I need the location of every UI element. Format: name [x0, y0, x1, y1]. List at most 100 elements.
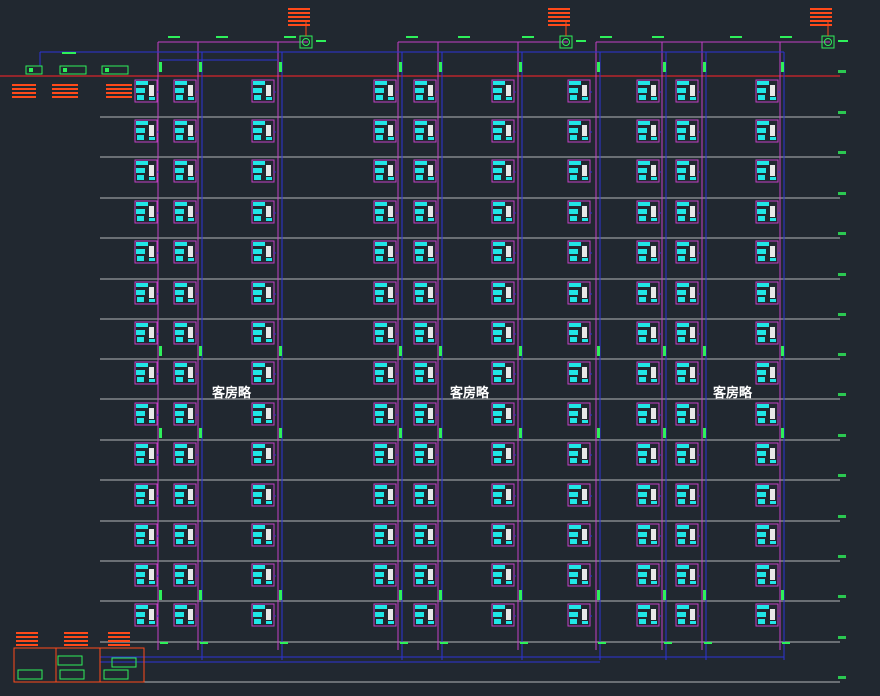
plant-unit — [59, 669, 85, 680]
fcu-coil — [136, 451, 145, 456]
fcu-coil — [638, 363, 650, 367]
fcu-coil — [493, 81, 505, 85]
fcu-tag — [149, 218, 155, 221]
fcu-valve — [149, 489, 154, 500]
fcu-coil — [175, 323, 187, 327]
fcu-coil — [136, 363, 148, 367]
fcu-tag — [266, 258, 272, 261]
fcu-coil — [253, 605, 265, 609]
fcu-tag — [506, 420, 512, 423]
ahu-note — [52, 96, 78, 98]
fcu-coil — [677, 161, 689, 165]
fcu-coil — [677, 330, 686, 335]
fcu-coil — [416, 539, 423, 544]
floor-tag — [838, 111, 846, 114]
fcu-valve — [388, 609, 393, 620]
fcu-coil — [493, 525, 505, 529]
fcu-coil — [493, 209, 502, 214]
fcu-coil — [176, 297, 183, 302]
fcu-coil — [493, 88, 502, 93]
fcu-coil — [493, 121, 505, 125]
riser-tag — [703, 62, 706, 72]
fcu-valve — [770, 246, 775, 257]
bottom-tag — [200, 642, 208, 644]
fcu-valve — [266, 206, 271, 217]
fcu-tag — [651, 541, 657, 544]
fcu-coil — [494, 95, 501, 100]
fcu-tag — [188, 460, 194, 463]
fcu-tag — [188, 177, 194, 180]
plant-note — [64, 640, 88, 642]
fcu-coil — [757, 121, 769, 125]
fcu-tag — [582, 501, 588, 504]
fcu-tag — [266, 299, 272, 302]
fcu-coil — [678, 135, 685, 140]
fcu-tag — [428, 621, 434, 624]
riser-tag — [781, 62, 784, 72]
top-unit-tag — [810, 8, 832, 10]
fcu-valve — [770, 529, 775, 540]
fcu-tag — [149, 621, 155, 624]
fcu-coil — [415, 612, 424, 617]
fcu-valve — [188, 448, 193, 459]
fcu-tag — [582, 218, 588, 221]
plant-note — [108, 640, 130, 642]
fcu-coil — [137, 499, 144, 504]
fcu-tag — [428, 379, 434, 382]
plant-unit — [17, 669, 43, 680]
fcu-tag — [582, 581, 588, 584]
fcu-valve — [428, 367, 433, 378]
plant-note — [108, 644, 130, 646]
fcu-coil — [175, 605, 187, 609]
fcu-coil — [757, 572, 766, 577]
fcu-valve — [651, 609, 656, 620]
fcu-coil — [136, 605, 148, 609]
fcu-coil — [415, 565, 427, 569]
fcu-tag — [651, 379, 657, 382]
fcu-coil — [638, 492, 647, 497]
fcu-coil — [678, 377, 685, 382]
fcu-valve — [770, 569, 775, 580]
fcu-coil — [416, 135, 423, 140]
fcu-tag — [651, 420, 657, 423]
fcu-tag — [690, 258, 696, 261]
fcu-coil — [254, 377, 261, 382]
fcu-coil — [175, 161, 187, 165]
fcu-coil — [175, 88, 184, 93]
fcu-coil — [375, 242, 387, 246]
riser-tag — [663, 62, 666, 72]
fcu-coil — [569, 128, 578, 133]
fcu-valve — [506, 125, 511, 136]
fcu-tag — [188, 581, 194, 584]
header-tag — [652, 36, 664, 38]
fcu-valve — [651, 489, 656, 500]
fcu-coil — [137, 95, 144, 100]
fcu-valve — [149, 206, 154, 217]
fcu-valve — [188, 609, 193, 620]
fcu-coil — [136, 202, 148, 206]
fcu-valve — [582, 367, 587, 378]
fcu-coil — [253, 572, 262, 577]
fcu-coil — [376, 216, 383, 221]
fcu-tag — [149, 258, 155, 261]
fcu-valve — [388, 85, 393, 96]
fcu-coil — [569, 88, 578, 93]
fcu-valve — [149, 85, 154, 96]
fcu-valve — [506, 609, 511, 620]
fcu-tag — [506, 501, 512, 504]
fcu-coil — [175, 612, 184, 617]
fcu-coil — [253, 370, 262, 375]
fcu-coil — [136, 565, 148, 569]
fcu-coil — [678, 539, 685, 544]
fcu-coil — [570, 499, 577, 504]
fcu-coil — [415, 290, 424, 295]
fcu-tag — [506, 379, 512, 382]
fcu-coil — [375, 290, 384, 295]
fcu-coil — [569, 121, 581, 125]
fcu-tag — [506, 621, 512, 624]
fcu-coil — [638, 242, 650, 246]
fcu-coil — [569, 444, 581, 448]
ahu-note — [52, 92, 78, 94]
fcu-tag — [388, 581, 394, 584]
fcu-coil — [638, 451, 647, 456]
